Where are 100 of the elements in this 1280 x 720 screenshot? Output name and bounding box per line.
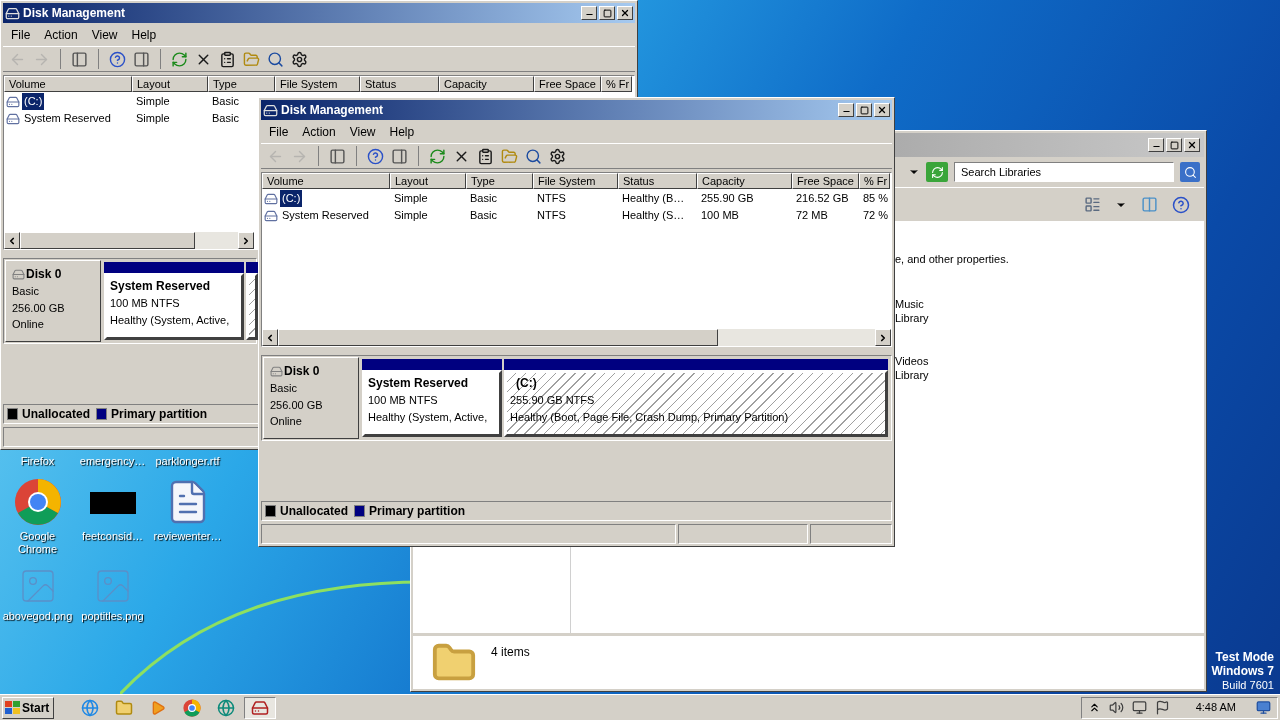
column-header[interactable]: % Fr bbox=[601, 76, 632, 92]
minimize-button[interactable] bbox=[581, 6, 597, 20]
scroll-right-icon[interactable] bbox=[241, 235, 251, 246]
maximize-button[interactable] bbox=[599, 6, 615, 20]
column-header[interactable]: Volume bbox=[4, 76, 132, 92]
table-cell: 72 % bbox=[863, 209, 889, 222]
column-header[interactable]: Layout bbox=[390, 173, 466, 189]
start-button[interactable]: Start bbox=[2, 696, 54, 719]
column-header[interactable]: Free Space bbox=[792, 173, 859, 189]
partition-status: Healthy (System, Active, bbox=[110, 312, 231, 328]
refresh-icon[interactable] bbox=[429, 147, 446, 165]
minimize-button[interactable] bbox=[838, 103, 854, 117]
drive-icon bbox=[6, 94, 20, 109]
table-cell: 72 MB bbox=[796, 209, 828, 222]
properties-icon[interactable] bbox=[219, 50, 236, 68]
panel-left-icon[interactable] bbox=[71, 50, 88, 68]
refresh-icon[interactable] bbox=[171, 50, 188, 68]
search-button[interactable] bbox=[1180, 162, 1200, 182]
column-header[interactable]: Capacity bbox=[439, 76, 534, 92]
scroll-left-icon[interactable] bbox=[265, 332, 275, 343]
panel-right-icon[interactable] bbox=[133, 50, 150, 68]
library-item[interactable]: Music Library bbox=[895, 296, 1204, 325]
show-desktop-icon[interactable] bbox=[1256, 700, 1271, 715]
menu-item[interactable]: File bbox=[5, 24, 37, 45]
media-player-icon bbox=[150, 699, 166, 716]
disk-info-panel[interactable]: Disk 0 Basic 256.00 GB Online bbox=[5, 260, 101, 342]
table-cell: Healthy (B… bbox=[622, 192, 685, 205]
chrome-logo-icon bbox=[13, 478, 62, 526]
library-name: Videos bbox=[895, 353, 930, 368]
network-icon[interactable] bbox=[1131, 700, 1147, 715]
search-icon[interactable] bbox=[525, 147, 542, 165]
partition-box[interactable]: System Reserved 100 MB NTFS Healthy (System, Active, bbox=[362, 370, 502, 437]
table-cell: Basic bbox=[470, 209, 497, 222]
library-item[interactable]: Videos Library bbox=[895, 353, 1204, 382]
settings-icon[interactable] bbox=[291, 50, 308, 68]
menu-item[interactable]: Action bbox=[296, 121, 342, 142]
maximize-button[interactable] bbox=[856, 103, 872, 117]
panel-right-icon[interactable] bbox=[391, 147, 408, 165]
help-icon[interactable] bbox=[1172, 195, 1190, 214]
column-header[interactable]: File System bbox=[533, 173, 618, 189]
clock[interactable]: 4:48 AM bbox=[1195, 699, 1236, 716]
column-header[interactable]: Status bbox=[360, 76, 439, 92]
table-cell: 100 MB bbox=[701, 209, 739, 222]
settings-icon[interactable] bbox=[549, 147, 566, 165]
drive-label[interactable]: (C:) bbox=[22, 93, 45, 110]
search-icon[interactable] bbox=[267, 50, 284, 68]
panel-left-icon[interactable] bbox=[329, 147, 346, 165]
column-header[interactable]: Capacity bbox=[697, 173, 792, 189]
column-header[interactable]: Free Space bbox=[534, 76, 601, 92]
help-icon[interactable] bbox=[367, 147, 384, 165]
table-cell: 85 % bbox=[863, 192, 889, 205]
search-field[interactable]: Search Libraries bbox=[954, 162, 1174, 182]
partition-box[interactable]: System Reserved 100 MB NTFS Healthy (System, Active, bbox=[104, 273, 244, 340]
refresh-button[interactable] bbox=[926, 162, 948, 182]
drive-label[interactable]: System Reserved bbox=[280, 207, 371, 224]
folder-icon bbox=[115, 698, 133, 717]
close-button[interactable] bbox=[617, 6, 633, 20]
column-header[interactable]: Type bbox=[466, 173, 533, 189]
maximize-button[interactable] bbox=[1166, 138, 1182, 152]
horizontal-scrollbar[interactable] bbox=[262, 329, 891, 346]
column-header[interactable]: File System bbox=[275, 76, 360, 92]
column-header[interactable]: Status bbox=[618, 173, 697, 189]
properties-icon[interactable] bbox=[477, 147, 494, 165]
partition-box[interactable]: (C:) 255.90 GB NTFS Healthy (Boot, Page File, Crash Dump, Primary Partition) bbox=[504, 370, 888, 437]
close-button[interactable] bbox=[1184, 138, 1200, 152]
horizontal-scrollbar[interactable] bbox=[4, 232, 254, 249]
menu-item[interactable]: View bbox=[85, 24, 124, 45]
help-icon[interactable] bbox=[109, 50, 126, 68]
close-button[interactable] bbox=[874, 103, 890, 117]
column-header[interactable]: Layout bbox=[132, 76, 208, 92]
column-header[interactable]: Type bbox=[208, 76, 275, 92]
menu-item[interactable]: Action bbox=[38, 24, 84, 45]
taskbar-button[interactable] bbox=[244, 696, 276, 719]
partition-name: (C:) bbox=[515, 375, 538, 392]
disk-size: 256.00 GB bbox=[12, 300, 66, 316]
flag-icon[interactable] bbox=[1154, 700, 1170, 715]
table-cell: NTFS bbox=[537, 209, 566, 222]
close-icon bbox=[1187, 140, 1197, 150]
disk-info-panel[interactable]: Disk 0 Basic 256.00 GB Online bbox=[263, 357, 359, 439]
legend-label: Primary partition bbox=[111, 406, 208, 423]
menu-item[interactable]: File bbox=[263, 121, 295, 142]
column-header[interactable]: Volume bbox=[262, 173, 390, 189]
column-header[interactable]: % Fr bbox=[859, 173, 890, 189]
drive-label[interactable]: (C:) bbox=[280, 190, 303, 207]
partition-status: Healthy (Boot, Page File, Crash Dump, Primary Partition) bbox=[510, 409, 790, 425]
menu-item[interactable]: Help bbox=[383, 121, 421, 142]
view-icon[interactable] bbox=[1084, 196, 1101, 213]
scroll-left-icon[interactable] bbox=[7, 235, 17, 246]
browser-icon bbox=[81, 698, 99, 717]
partition-box[interactable] bbox=[246, 273, 258, 340]
minimize-button[interactable] bbox=[1148, 138, 1164, 152]
test-mode-notice: Windows 7 bbox=[1211, 664, 1274, 678]
disk-status: Online bbox=[270, 414, 303, 429]
speaker-icon[interactable] bbox=[1108, 700, 1124, 715]
menu-item[interactable]: Help bbox=[125, 24, 163, 45]
legend-label: Unallocated bbox=[22, 406, 90, 423]
scroll-right-icon[interactable] bbox=[878, 332, 888, 343]
menu-item[interactable]: View bbox=[343, 121, 382, 142]
table-cell: Basic bbox=[470, 192, 497, 205]
drive-label[interactable]: System Reserved bbox=[22, 110, 113, 127]
